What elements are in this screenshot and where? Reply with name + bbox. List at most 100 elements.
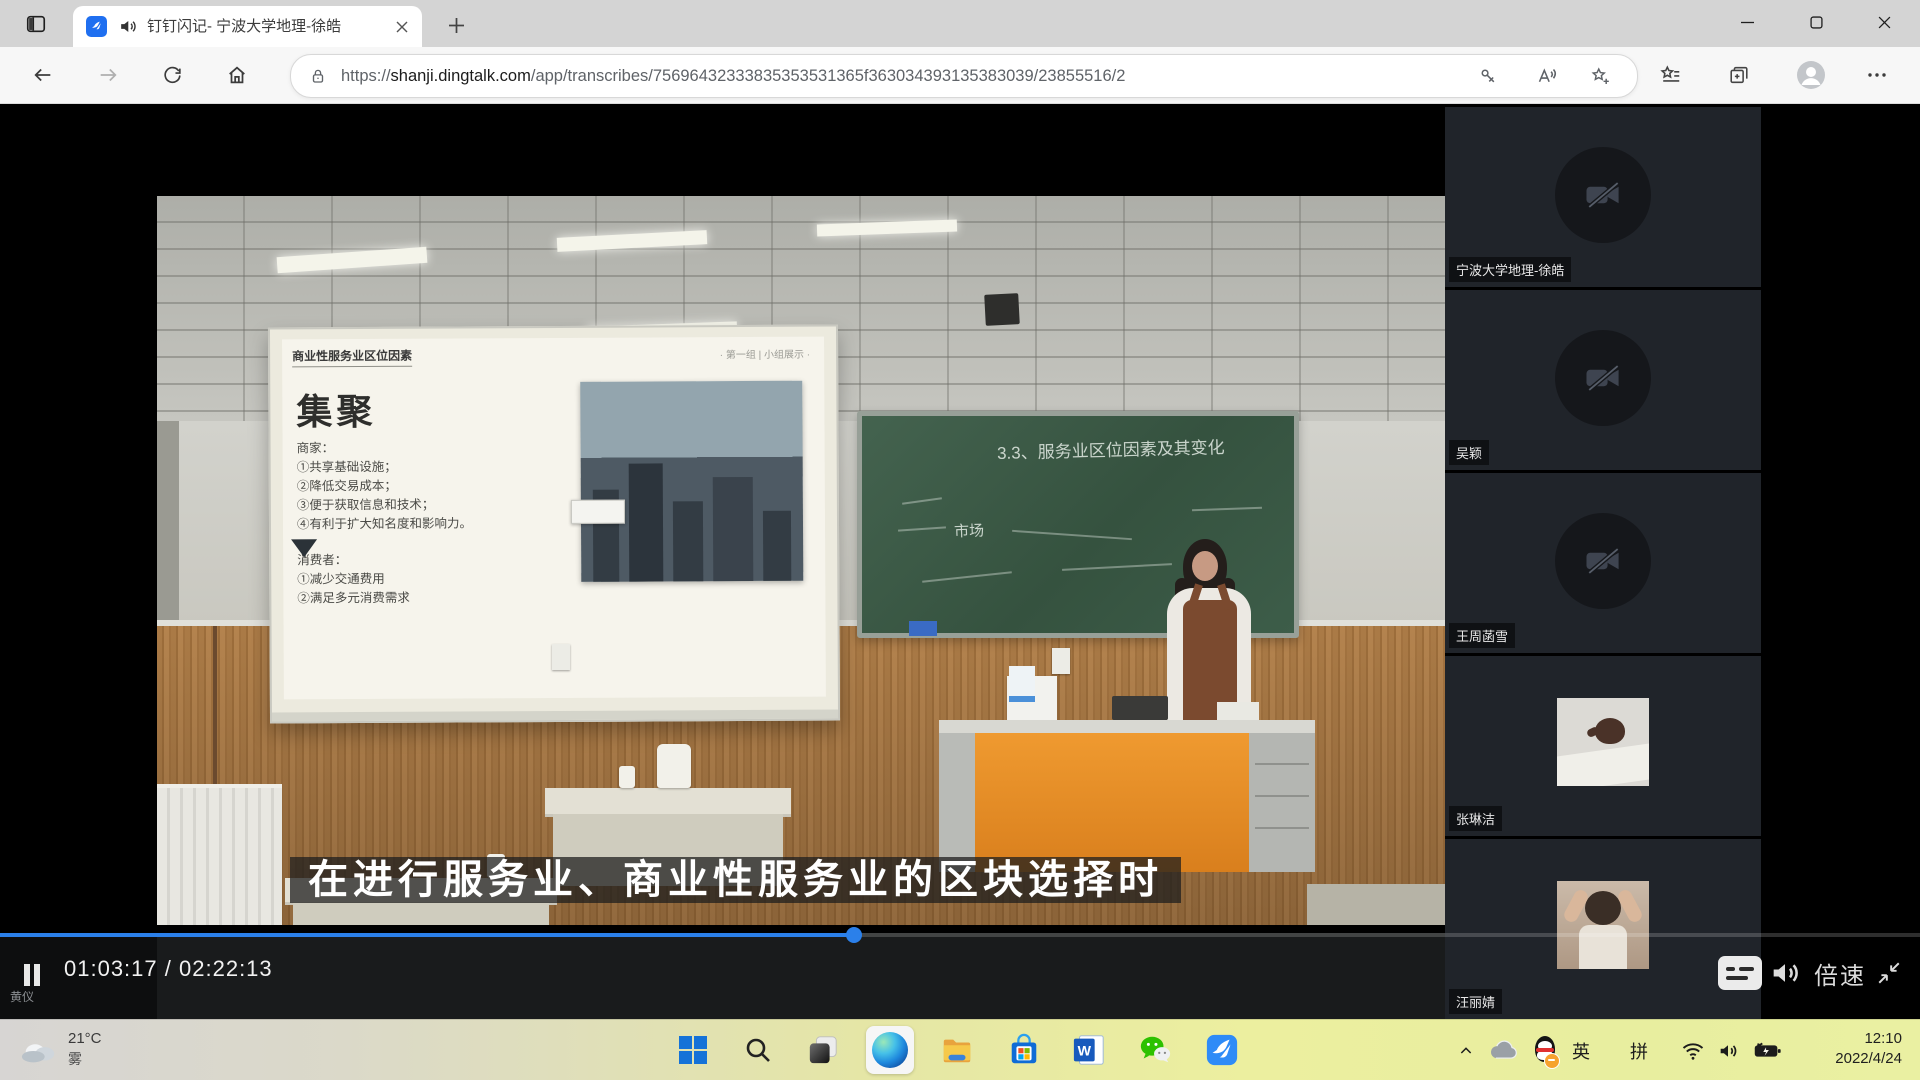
url-scheme: https://: [341, 67, 391, 85]
desk-front: [975, 733, 1249, 872]
dingtalk-button[interactable]: [1198, 1026, 1246, 1074]
ceiling-light: [277, 247, 428, 273]
more-menu-button[interactable]: [1856, 55, 1898, 95]
qq-busy-icon[interactable]: [1528, 1020, 1562, 1080]
address-bar[interactable]: https://shanji.dingtalk.com/app/transcri…: [290, 54, 1638, 98]
task-view-icon: [807, 1034, 839, 1066]
minimize-button[interactable]: [1721, 0, 1773, 44]
presenter-face: [1192, 551, 1218, 581]
browser-tab[interactable]: 钉钉闪记- 宁波大学地理-徐皓: [73, 6, 422, 47]
wifi-icon[interactable]: [1678, 1020, 1708, 1080]
battery-charging-icon[interactable]: [1748, 1020, 1786, 1080]
file-explorer-button[interactable]: [933, 1026, 981, 1074]
ceiling-light: [557, 230, 708, 252]
onedrive-cloud-icon[interactable]: [1486, 1020, 1520, 1080]
slide-tag: 商业性服务业区位因素: [292, 347, 412, 368]
floor: [1307, 884, 1445, 925]
collections-button[interactable]: [1718, 55, 1760, 95]
start-icon: [678, 1035, 708, 1065]
participant-name: 王周菡雪: [1449, 623, 1515, 648]
refresh-button[interactable]: [152, 55, 192, 95]
screen-bottom-bar: [272, 710, 838, 722]
close-window-button[interactable]: [1858, 0, 1910, 44]
participant-photo: [1557, 698, 1649, 786]
profile-avatar[interactable]: [1790, 55, 1832, 95]
volume-button[interactable]: [1768, 956, 1802, 990]
svg-text:W: W: [1078, 1044, 1092, 1060]
avatar: [1555, 147, 1651, 243]
student-table-front-side: [293, 902, 549, 925]
task-view-button[interactable]: [799, 1026, 847, 1074]
chalkboard-note: 市场: [954, 519, 985, 541]
word-button[interactable]: W: [1065, 1026, 1113, 1074]
desk-laptop: [1112, 696, 1168, 720]
read-aloud-icon[interactable]: [1529, 61, 1563, 91]
tab-title: 钉钉闪记- 宁波大学地理-徐皓: [147, 6, 387, 47]
screen: 钉钉闪记- 宁波大学地理-徐皓: [0, 0, 1920, 1080]
word-icon: W: [1072, 1033, 1106, 1067]
volume-tray-icon[interactable]: [1712, 1020, 1744, 1080]
tab-actions-icon: [25, 13, 47, 35]
wall-edge: [157, 421, 179, 626]
browser-toolbar: https://shanji.dingtalk.com/app/transcri…: [0, 47, 1920, 104]
weather-temp: 21°C: [68, 1030, 102, 1047]
playback-speed-button[interactable]: 倍速: [1814, 956, 1866, 991]
tray-date: 2022/4/24: [1835, 1049, 1902, 1069]
add-favorite-star-icon[interactable]: [1583, 61, 1617, 91]
edge-button[interactable]: [866, 1026, 914, 1074]
tab-strip: 钉钉闪记- 宁波大学地理-徐皓: [0, 0, 1920, 47]
photo-caption: [571, 500, 625, 524]
maximize-button[interactable]: [1790, 0, 1842, 44]
desk-side: [939, 733, 975, 872]
desk-papers: [1217, 702, 1259, 720]
participant-tile: 汪丽婧: [1445, 839, 1761, 1019]
search-icon: [744, 1036, 772, 1064]
weather-cloud-icon: [20, 1035, 58, 1065]
participant-name: 吴颖: [1449, 440, 1489, 465]
participant-tile: 吴颖: [1445, 290, 1761, 470]
ime-language-indicator[interactable]: 英: [1566, 1020, 1596, 1080]
chalkboard-title: 3.3、服务业区位因素及其变化: [997, 433, 1225, 464]
slide-heading: 集聚: [296, 383, 376, 435]
time-separator: /: [165, 956, 172, 981]
desk-cabinet: [1249, 733, 1315, 872]
cup: [619, 766, 635, 788]
url-text: https://shanji.dingtalk.com/app/transcri…: [341, 55, 1125, 97]
file-explorer-icon: [940, 1033, 974, 1067]
progress-bar[interactable]: [0, 933, 1920, 937]
participant-photo: [1557, 881, 1649, 969]
video-surface[interactable]: 3.3、服务业区位因素及其变化 市场 商业性服务业区位因素 · 第一组 | 小组…: [157, 196, 1445, 925]
tab-close-button[interactable]: [390, 15, 414, 39]
tab-actions-button[interactable]: [20, 9, 52, 39]
shrink-player-button[interactable]: [1876, 960, 1902, 986]
tab-audio-playing-icon[interactable]: [118, 17, 137, 36]
wall-pipe: [213, 626, 217, 788]
ime-mode-indicator[interactable]: 拼: [1624, 1020, 1654, 1080]
dingtalk-icon: [1205, 1033, 1239, 1067]
slide-merchant-block: 商家： ①共享基础设施； ②降低交易成本； ③便于获取信息和技术； ④有利于扩大…: [297, 438, 473, 534]
video-player: 3.3、服务业区位因素及其变化 市场 商业性服务业区位因素 · 第一组 | 小组…: [0, 104, 1920, 1019]
wechat-button[interactable]: [1131, 1026, 1179, 1074]
favorites-bar-button[interactable]: [1650, 55, 1692, 95]
radiator: [157, 784, 282, 925]
subtitles-toggle-button[interactable]: [1718, 956, 1762, 990]
back-button[interactable]: [23, 55, 63, 95]
weather-widget[interactable]: 21°C 雾: [14, 1028, 108, 1071]
new-tab-button[interactable]: [443, 12, 469, 38]
participant-name: 汪丽婧: [1449, 989, 1502, 1014]
slide-city-photo: [580, 381, 803, 582]
microsoft-store-button[interactable]: [1000, 1026, 1048, 1074]
password-key-icon[interactable]: [1471, 61, 1505, 91]
pause-button[interactable]: [24, 964, 46, 988]
dingtalk-favicon-icon: [86, 16, 107, 37]
hidden-icons-chevron[interactable]: [1452, 1020, 1480, 1080]
start-button[interactable]: [669, 1026, 717, 1074]
lock-icon[interactable]: [309, 66, 327, 86]
forward-button[interactable]: [88, 55, 128, 95]
home-button[interactable]: [217, 55, 257, 95]
participant-name: 张琳洁: [1449, 806, 1502, 831]
search-button[interactable]: [734, 1026, 782, 1074]
avatar: [1555, 330, 1651, 426]
playback-time: 01:03:17 / 02:22:13: [64, 956, 273, 982]
clock[interactable]: 12:10 2022/4/24: [1835, 1029, 1902, 1069]
